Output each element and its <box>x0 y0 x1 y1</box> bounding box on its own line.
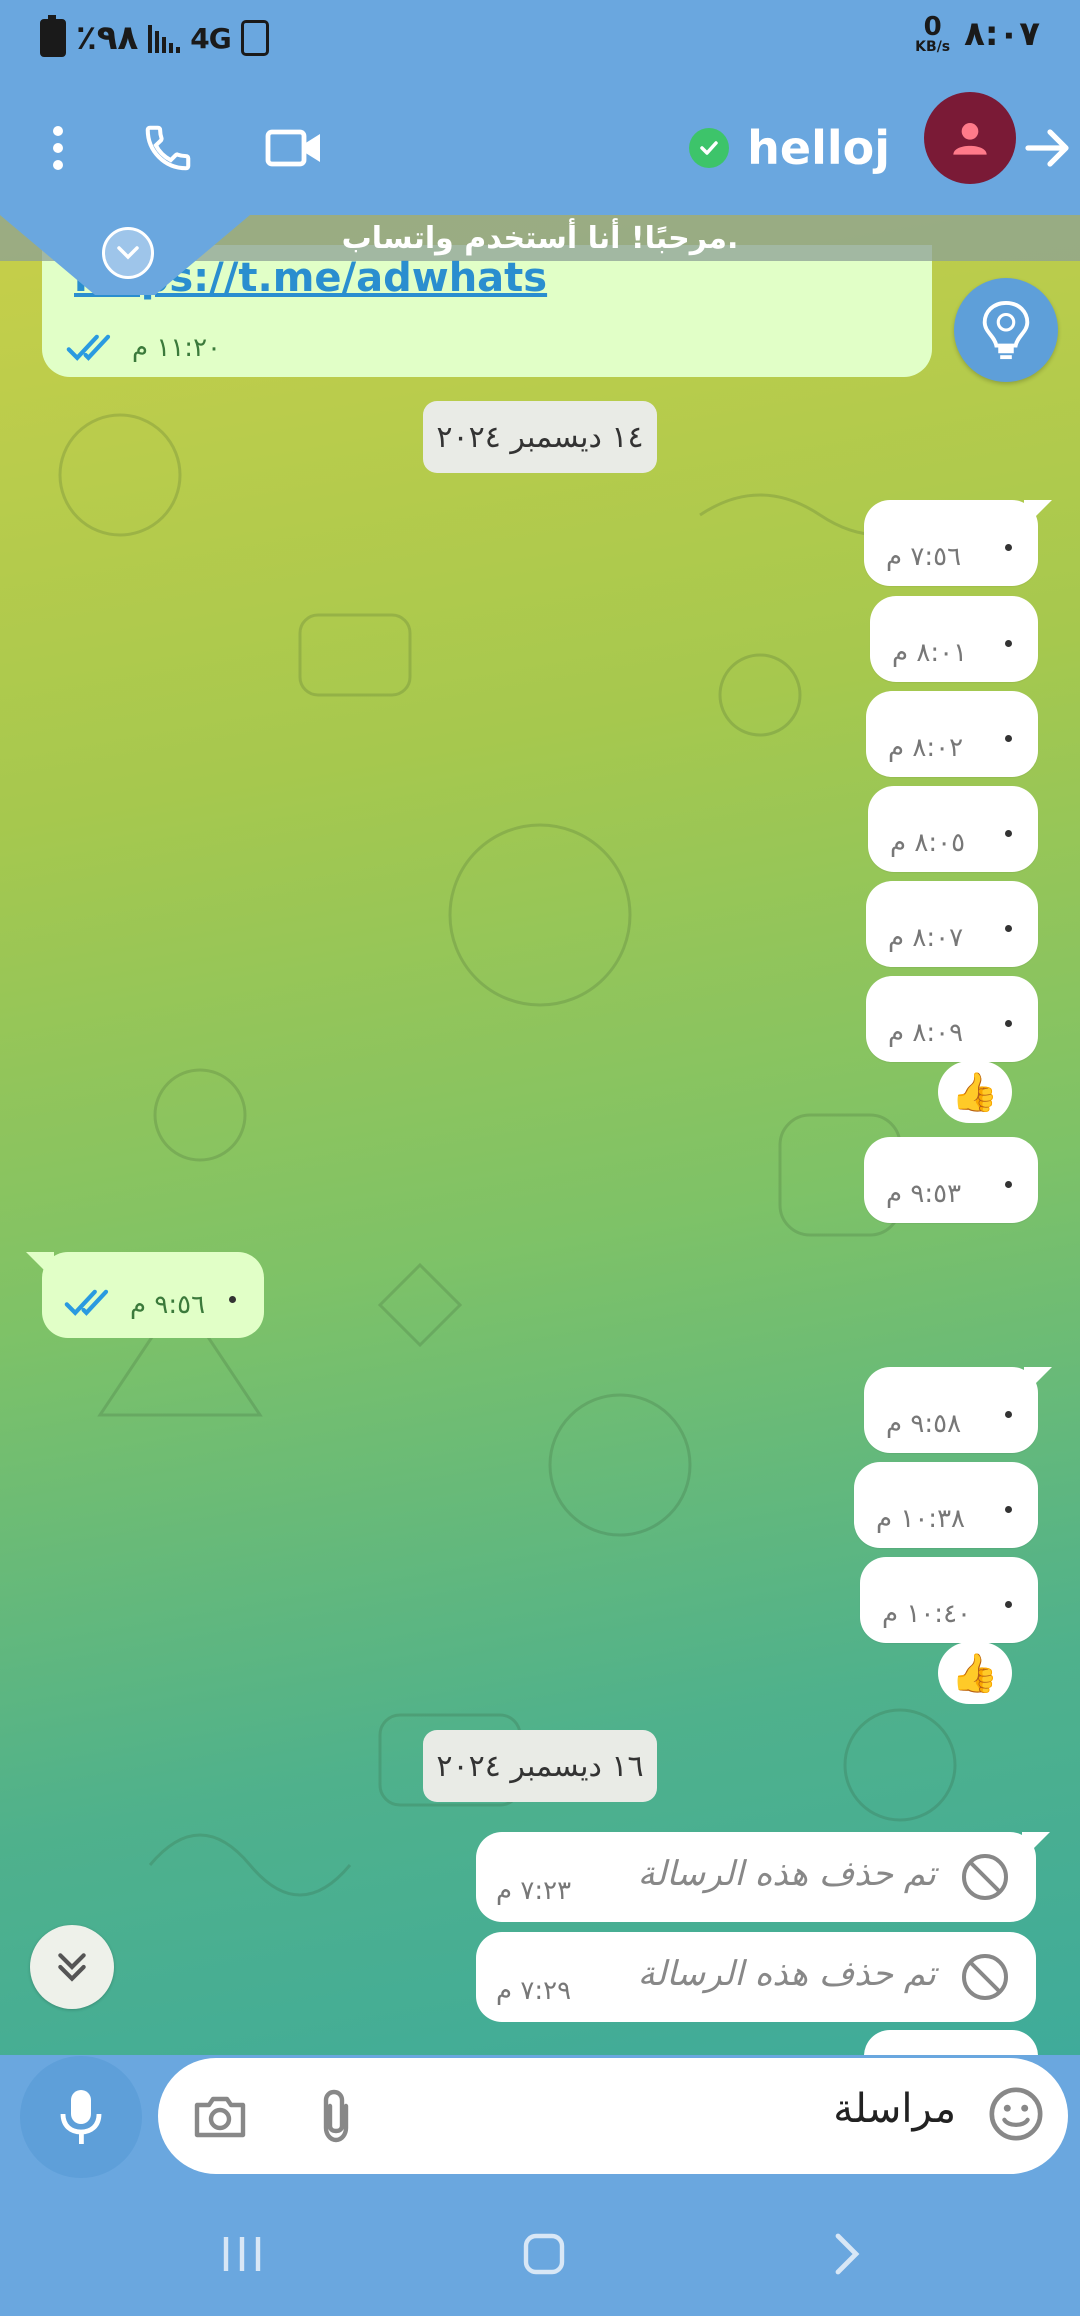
message-time: ٨:٠٥ م <box>890 828 966 858</box>
outgoing-message[interactable]: ١٠:٣٨ م <box>854 1462 1038 1548</box>
date-separator: ١٦ ديسمبر ٢٠٢٤ <box>423 1730 657 1802</box>
contact-title[interactable]: helloj <box>689 112 890 184</box>
message-dot <box>229 1296 236 1303</box>
contact-name: helloj <box>747 121 890 175</box>
status-right: 0 KB/s ٨:٠٧ <box>915 14 1040 54</box>
avatar[interactable] <box>924 92 1016 184</box>
pinned-text: مرحبًا! أنا أستخدم واتساب. <box>341 220 739 256</box>
network-type: 4G <box>190 21 231 55</box>
lightbulb-icon[interactable] <box>954 278 1058 382</box>
message-time: ٧:٢٩ م <box>496 1976 572 2006</box>
message-dot <box>1005 640 1012 647</box>
avatar-person-icon <box>953 123 987 155</box>
message-input[interactable]: مراسلة <box>833 2086 956 2132</box>
outgoing-message[interactable]: ٨:٠٢ م <box>866 691 1038 777</box>
battery-level: ٪٩٨ <box>76 18 139 58</box>
voice-record-button[interactable] <box>20 2056 142 2178</box>
message-dot <box>1005 1020 1012 1027</box>
double-check-icon <box>64 1288 120 1322</box>
outgoing-message[interactable]: ٧:٥٦ م <box>864 500 1052 586</box>
double-check-icon <box>66 334 111 361</box>
scroll-down-button[interactable] <box>30 1925 114 2009</box>
message-dot <box>1005 925 1012 932</box>
message-dot <box>1005 830 1012 837</box>
reaction-thumbs-up[interactable]: 👍 <box>938 1642 1012 1704</box>
chat-header: helloj <box>0 80 1080 215</box>
message-time: ٩:٥٦ م <box>130 1290 206 1320</box>
message-time: ٧:٢٣ م <box>496 1876 572 1906</box>
emoji-icon[interactable] <box>986 2086 1046 2142</box>
deleted-message[interactable]: تم حذف هذه الرسالة ٧:٢٣ م <box>476 1832 1050 1922</box>
message-time: ١٠:٣٨ م <box>876 1504 965 1534</box>
home-icon[interactable] <box>514 2228 574 2280</box>
blocked-icon <box>962 1954 1008 2000</box>
message-time: ٨:٠٧ م <box>888 923 964 953</box>
message-time: ٩:٥٣ م <box>886 1179 962 1209</box>
battery-icon <box>40 15 66 57</box>
deleted-text: تم حذف هذه الرسالة <box>637 1854 936 1894</box>
message-time: ٩:٥٨ م <box>886 1409 962 1439</box>
outgoing-message[interactable]: ٩:٥٨ م <box>864 1367 1052 1453</box>
camera-icon[interactable] <box>190 2088 250 2144</box>
network-speed: 0 KB/s <box>915 14 950 54</box>
outgoing-message[interactable]: ١٠:٤٠ م <box>860 1557 1038 1643</box>
outgoing-message[interactable]: ٨:٠١ م <box>870 596 1038 682</box>
back-icon[interactable] <box>816 2228 876 2280</box>
message-time: ٨:٠٩ م <box>888 1018 964 1048</box>
message-dot <box>1005 735 1012 742</box>
chat-area[interactable]: https://t.me/adwhats ١١:٢٠ م مرحبًا! أنا… <box>0 215 1080 2055</box>
status-left: ٪٩٨ 4G <box>40 15 269 58</box>
outgoing-message-partial[interactable] <box>864 2030 1038 2055</box>
message-time: ٧:٥٦ م <box>886 542 962 572</box>
double-chevron-down-icon <box>58 1953 86 1982</box>
outgoing-message[interactable]: ٨:٠٥ م <box>868 786 1038 872</box>
video-call-icon[interactable] <box>258 112 330 184</box>
message-dot <box>1005 1181 1012 1188</box>
deleted-message[interactable]: تم حذف هذه الرسالة ٧:٢٩ م <box>476 1932 1036 2022</box>
data-saver-icon <box>240 20 269 56</box>
message-time: ٨:٠١ م <box>892 638 968 668</box>
verified-icon <box>689 128 730 168</box>
incoming-message[interactable]: ٩:٥٦ م <box>26 1252 264 1338</box>
message-composer[interactable]: مراسلة <box>158 2058 1068 2174</box>
speed-unit: KB/s <box>915 39 951 55</box>
reaction-thumbs-up[interactable]: 👍 <box>938 1061 1012 1123</box>
message-dot <box>1005 544 1012 551</box>
speed-value: 0 <box>923 12 942 42</box>
clock: ٨:٠٧ <box>964 14 1040 54</box>
outgoing-message[interactable]: ٨:٠٧ م <box>866 881 1038 967</box>
date-separator: ١٤ ديسمبر ٢٠٢٤ <box>423 401 657 473</box>
deleted-text: تم حذف هذه الرسالة <box>637 1954 936 1994</box>
message-time: ٨:٠٢ م <box>888 733 964 763</box>
message-time: ١٠:٤٠ م <box>882 1599 971 1629</box>
message-time: ١١:٢٠ م <box>132 333 221 363</box>
message-dot <box>1005 1506 1012 1513</box>
attachment-icon[interactable] <box>306 2088 366 2144</box>
more-vertical-icon[interactable] <box>22 112 94 184</box>
signal-icon <box>148 23 181 53</box>
message-dot <box>1005 1601 1012 1608</box>
system-nav-bar <box>0 2190 1080 2316</box>
recent-apps-icon[interactable] <box>212 2228 272 2280</box>
outgoing-message[interactable]: ٩:٥٣ م <box>864 1137 1038 1223</box>
back-arrow-icon[interactable] <box>1016 112 1080 184</box>
chevron-down-icon[interactable] <box>102 227 154 279</box>
microphone-icon <box>60 2090 102 2144</box>
outgoing-message[interactable]: ٨:٠٩ م <box>866 976 1038 1062</box>
message-meta: ١١:٢٠ م <box>66 333 221 363</box>
message-dot <box>1005 1411 1012 1418</box>
status-bar: ٪٩٨ 4G 0 KB/s ٨:٠٧ <box>0 0 1080 80</box>
blocked-icon <box>962 1854 1008 1900</box>
voice-call-icon[interactable] <box>132 112 204 184</box>
